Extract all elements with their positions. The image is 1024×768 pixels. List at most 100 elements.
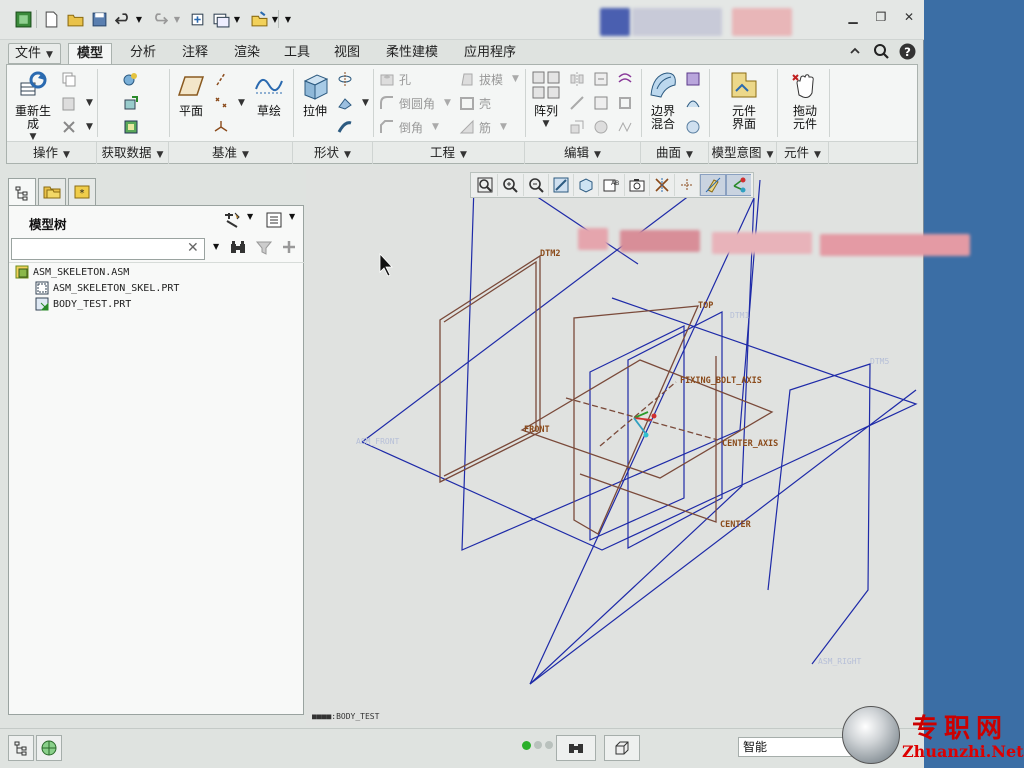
tree-item-assembly[interactable]: ASM_SKELETON.ASM xyxy=(15,264,129,280)
revolve-button[interactable] xyxy=(337,69,353,89)
user-defined-feature-button[interactable] xyxy=(123,69,139,89)
favorites-tab[interactable]: * xyxy=(68,178,96,206)
show-columns-icon[interactable] xyxy=(265,211,283,232)
spin-center-button[interactable] xyxy=(675,174,701,196)
shrinkwrap-button[interactable] xyxy=(123,117,139,137)
group-operations[interactable]: 操作 ▼ xyxy=(7,142,97,164)
help-icon[interactable]: ? xyxy=(898,42,916,60)
repaint-button[interactable] xyxy=(549,174,575,196)
regenerate-quick-icon[interactable] xyxy=(188,10,206,28)
maximize-icon[interactable]: ❐ xyxy=(874,10,888,24)
axis-button[interactable] xyxy=(213,69,229,89)
redo-icon[interactable] xyxy=(150,10,168,28)
extrude-button[interactable]: 拉伸 xyxy=(295,69,335,118)
intersect-button[interactable] xyxy=(593,93,609,113)
copy-button[interactable] xyxy=(61,69,77,89)
round-button[interactable]: 倒圆角 ▼ xyxy=(379,93,451,113)
wrap-button[interactable] xyxy=(617,117,633,137)
rib-button[interactable]: 筋 ▼ xyxy=(459,117,507,137)
group-engineering[interactable]: 工程 ▼ xyxy=(373,142,525,164)
close-icon[interactable]: ✕ xyxy=(902,10,916,24)
tab-annotate[interactable]: 注释 xyxy=(174,43,216,64)
tab-model[interactable]: 模型 xyxy=(68,43,113,64)
folder-browser-tab[interactable] xyxy=(38,178,66,206)
group-editing[interactable]: 编辑 ▼ xyxy=(525,142,641,164)
style-button[interactable] xyxy=(685,69,701,89)
find-icon[interactable] xyxy=(229,239,247,260)
view-manager-button[interactable]: AB xyxy=(599,174,625,196)
display-style-button[interactable] xyxy=(625,174,650,196)
model-tree-tab[interactable] xyxy=(8,178,36,206)
mirror-button[interactable] xyxy=(569,69,585,89)
draft-button[interactable]: 拔模 ▼ xyxy=(459,69,519,89)
group-datum[interactable]: 基准 ▼ xyxy=(169,142,293,164)
close-window-quick-icon[interactable] xyxy=(250,10,268,28)
fill-button[interactable] xyxy=(685,117,701,137)
open-folder-icon[interactable] xyxy=(66,10,84,28)
refit-button[interactable] xyxy=(473,174,499,196)
windows-dropdown-icon[interactable]: ▼ xyxy=(232,10,242,28)
hole-button[interactable]: 孔 xyxy=(379,69,411,89)
windows-icon[interactable] xyxy=(212,10,230,28)
tab-render[interactable]: 渲染 xyxy=(226,43,268,64)
copy-geometry-button[interactable] xyxy=(123,93,139,113)
csys-button[interactable] xyxy=(213,117,229,137)
customize-quick-access-icon[interactable]: ▼ xyxy=(282,10,294,28)
undo-icon[interactable] xyxy=(114,10,132,28)
show-dropdown-icon[interactable]: ▼ xyxy=(289,212,295,221)
component-interface-button[interactable]: 元件 界面 xyxy=(719,69,769,131)
boundary-blend-button[interactable]: 边界 混合 xyxy=(643,69,683,131)
saved-orientations-button[interactable] xyxy=(574,174,600,196)
plane-button[interactable]: 平面 xyxy=(171,69,211,118)
settings-icon[interactable] xyxy=(223,211,243,232)
settings-dropdown-icon[interactable]: ▼ xyxy=(247,212,253,221)
thicken-button[interactable] xyxy=(617,93,633,113)
tab-analysis[interactable]: 分析 xyxy=(122,43,164,64)
undo-dropdown-icon[interactable]: ▼ xyxy=(134,10,144,28)
tab-tools[interactable]: 工具 xyxy=(276,43,318,64)
group-model-intent[interactable]: 模型意图 ▼ xyxy=(709,142,777,164)
group-get-data[interactable]: 获取数据 ▼ xyxy=(97,142,169,164)
project-button[interactable] xyxy=(569,117,585,137)
swept-blend-button[interactable] xyxy=(337,117,353,137)
toggle-navigator-button[interactable] xyxy=(8,735,34,761)
datum-display-button[interactable] xyxy=(700,174,726,196)
collapse-ribbon-icon[interactable] xyxy=(846,42,864,60)
regenerate-button[interactable]: 重新生 成 ▼ xyxy=(11,69,55,144)
merge-button[interactable] xyxy=(593,69,609,89)
group-shapes[interactable]: 形状 ▼ xyxy=(293,142,373,164)
paste-button[interactable]: ▼ xyxy=(61,93,93,113)
add-icon[interactable] xyxy=(281,239,297,258)
find-button[interactable] xyxy=(556,735,596,761)
clear-search-icon[interactable]: ✕ xyxy=(187,240,199,256)
sketch-button[interactable]: 草绘 xyxy=(249,69,289,118)
point-button[interactable]: ▼ xyxy=(213,93,245,113)
datum-points-display-button[interactable] xyxy=(725,174,751,196)
tab-applications[interactable]: 应用程序 xyxy=(456,43,524,64)
extend-button[interactable] xyxy=(569,93,585,113)
zoom-out-button[interactable] xyxy=(524,174,549,196)
drag-components-button[interactable]: 拖动 元件 xyxy=(781,69,829,131)
annotation-display-button[interactable] xyxy=(650,174,676,196)
minimize-icon[interactable]: ▁ xyxy=(846,10,860,24)
tree-item-body-part[interactable]: BODY_TEST.PRT xyxy=(35,296,131,312)
save-icon[interactable] xyxy=(90,10,108,28)
tab-flexible-modeling[interactable]: 柔性建模 xyxy=(378,43,446,64)
zoom-in-button[interactable] xyxy=(498,174,524,196)
group-surfaces[interactable]: 曲面 ▼ xyxy=(641,142,709,164)
group-components[interactable]: 元件 ▼ xyxy=(777,142,829,164)
offset-button[interactable] xyxy=(617,69,633,89)
solidify-button[interactable] xyxy=(593,117,609,137)
delete-button[interactable]: ▼ xyxy=(61,117,93,137)
tree-item-skeleton-part[interactable]: ASM_SKELETON_SKEL.PRT xyxy=(35,280,179,296)
pattern-button[interactable]: 阵列 ▼ xyxy=(527,69,565,131)
search-icon[interactable] xyxy=(872,42,890,60)
freestyle-button[interactable] xyxy=(685,93,701,113)
tab-view[interactable]: 视图 xyxy=(326,43,368,64)
redo-dropdown-icon[interactable]: ▼ xyxy=(172,10,182,28)
search-dropdown-icon[interactable]: ▼ xyxy=(213,242,219,251)
shell-button[interactable]: 壳 xyxy=(459,93,491,113)
new-file-icon[interactable] xyxy=(42,10,60,28)
chamfer-button[interactable]: 倒角 ▼ xyxy=(379,117,439,137)
app-logo-icon[interactable] xyxy=(14,10,32,28)
